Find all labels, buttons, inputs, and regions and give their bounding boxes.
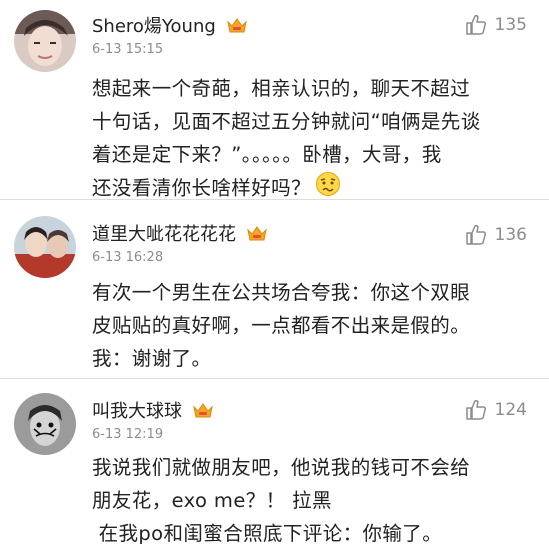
- comment-line: 着还是定下来？”。。。。。卧槽，大哥，我: [92, 143, 442, 166]
- vip-crown-badge-icon: [226, 16, 248, 34]
- comment-line: 有次一个男生在公共场合夸我：你这个双眼: [92, 281, 471, 304]
- avatar[interactable]: [14, 216, 76, 278]
- comment-body: 有次一个男生在公共场合夸我：你这个双眼 皮贴贴的真好啊，一点都看不出来是假的。 …: [92, 276, 537, 375]
- comment-item: 叫我大球球 6-13 12:19 124 我说我们就做朋友吧，他说我的钱可不会给…: [0, 379, 549, 552]
- like-count: 135: [494, 15, 527, 35]
- like-button[interactable]: 135: [465, 14, 527, 36]
- comment-line: 想起来一个奇葩，相亲认识的，聊天不超过: [92, 77, 471, 100]
- username[interactable]: Shero煬Young: [92, 12, 248, 38]
- like-count: 136: [494, 225, 527, 245]
- comment-item: Shero煬Young 6-13 15:15 135 想起来一个奇葩，相亲认识的…: [0, 0, 549, 200]
- comment-line: 朋友花，exo me？！ 拉黑: [92, 489, 332, 512]
- comment-item: 道里大呲花花花花 6-13 16:28 136 有次一个男生在公共场合夸我：你这…: [0, 200, 549, 378]
- avatar[interactable]: [14, 393, 76, 455]
- comment-timestamp: 6-13 12:19: [92, 427, 164, 442]
- like-button[interactable]: 124: [465, 399, 527, 421]
- comment-line: 我：谢谢了。: [92, 347, 212, 370]
- vip-crown-badge-icon: [192, 401, 214, 419]
- comment-body: 我说我们就做朋友吧，他说我的钱可不会给 朋友花，exo me？！ 拉黑 在我po…: [92, 451, 537, 550]
- avatar[interactable]: [14, 10, 76, 72]
- comment-timestamp: 6-13 15:15: [92, 42, 164, 57]
- username[interactable]: 叫我大球球: [92, 397, 214, 423]
- comment-timestamp: 6-13 16:28: [92, 250, 164, 265]
- thumbs-up-icon: [465, 224, 486, 245]
- like-count: 124: [494, 400, 527, 420]
- thumbs-up-icon: [465, 399, 486, 420]
- comment-line: 皮贴贴的真好啊，一点都看不出来是假的。: [92, 314, 471, 337]
- comment-line: 在我po和闺蜜合照底下评论：你输了。: [92, 522, 443, 545]
- vip-crown-badge-icon: [246, 224, 268, 242]
- comment-line: 我说我们就做朋友吧，他说我的钱可不会给: [92, 456, 471, 479]
- username[interactable]: 道里大呲花花花花: [92, 220, 268, 246]
- comment-line: 十句话，见面不超过五分钟就问“咱俩是先谈: [92, 110, 481, 133]
- thumbs-up-icon: [465, 14, 486, 35]
- like-button[interactable]: 136: [465, 224, 527, 246]
- comment-body: 想起来一个奇葩，相亲认识的，聊天不超过 十句话，见面不超过五分钟就问“咱俩是先谈…: [92, 72, 537, 207]
- comment-line: 还没看清你长啥样好吗？: [92, 176, 311, 200]
